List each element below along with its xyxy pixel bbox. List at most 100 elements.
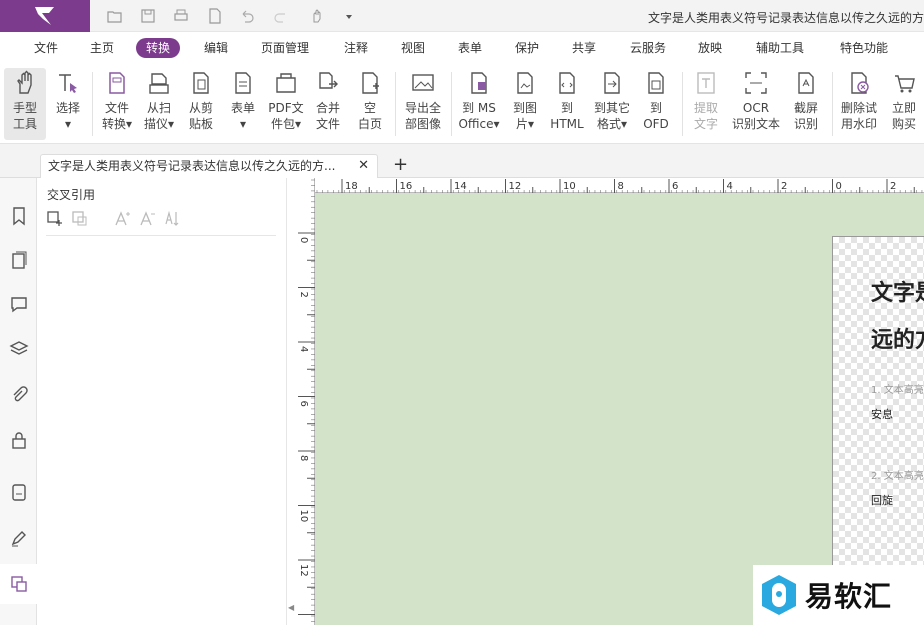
to-ofd-button[interactable]: 到 OFD <box>638 68 674 140</box>
screenshot-ocr-icon <box>798 72 814 94</box>
hand-dropdown-icon[interactable] <box>305 7 329 25</box>
export-all-images-button[interactable]: 导出全 部图像 <box>400 68 446 140</box>
bookmark-icon[interactable] <box>9 206 29 226</box>
ruler-label: 16 <box>400 181 413 192</box>
ocr-button[interactable]: OCR 识别文本 <box>728 68 784 140</box>
pages-icon[interactable] <box>9 250 29 270</box>
ocr-icon <box>745 72 767 94</box>
panel-scrollbar[interactable] <box>286 178 297 625</box>
sort-icon[interactable] <box>164 210 181 227</box>
undo-icon[interactable] <box>238 7 256 25</box>
doc-list-item-1: 1. 文本高亮 <box>871 385 924 396</box>
doc-item-2-text: 回旋 <box>871 494 893 507</box>
select-text-icon <box>59 74 77 93</box>
security-lock-icon[interactable] <box>9 430 29 450</box>
menu-file[interactable]: 文件 <box>24 38 68 58</box>
site-watermark: 易软汇 <box>753 565 924 625</box>
menu-features[interactable]: 特色功能 <box>830 38 898 58</box>
toolbar-spacer <box>96 210 106 227</box>
menu-cloud[interactable]: 云服务 <box>620 38 676 58</box>
to-image-icon <box>517 72 533 94</box>
to-other-formats-button[interactable]: 到其它 格式▾ <box>590 68 634 140</box>
new-doc-icon[interactable] <box>206 7 224 25</box>
signature-icon[interactable] <box>9 528 29 548</box>
redo-icon[interactable] <box>272 7 290 25</box>
font-decrease-icon[interactable] <box>139 210 156 227</box>
ribbon: 手型 工具 选择 ▾ 文件 转换▾ 从扫 描仪▾ 从剪 贴板 表单 ▾ PDF文 件包▾ 合并… <box>0 64 924 144</box>
merge-files-button[interactable]: 合并 文件 <box>310 68 346 140</box>
menu-protect[interactable]: 保护 <box>505 38 549 58</box>
menu-bar: 文件 主页 转换 编辑 页面管理 注释 视图 表单 保护 共享 云服务 放映 辅… <box>0 32 924 64</box>
page-content-icon[interactable] <box>9 482 29 502</box>
blank-page-icon <box>362 72 379 94</box>
pdf-package-icon <box>276 73 296 93</box>
comments-icon[interactable] <box>9 294 29 314</box>
menu-share[interactable]: 共享 <box>562 38 606 58</box>
ruler-label: 0 <box>298 237 309 243</box>
remove-trial-watermark-button[interactable]: 删除试 用水印 <box>838 68 880 140</box>
ruler-label: 10 <box>298 510 309 523</box>
ruler-label: 2 <box>890 181 896 192</box>
document-tab-title: 文字是人类用表义符号记录表达信息以传之久远的方... <box>48 159 336 173</box>
watermark-logo-icon <box>762 575 796 615</box>
new-tab-icon[interactable]: + <box>393 154 408 175</box>
ruler-label: 2 <box>298 292 309 298</box>
to-html-button[interactable]: 到 HTML <box>547 68 587 140</box>
save-icon[interactable] <box>139 7 157 25</box>
menu-comment[interactable]: 注释 <box>334 38 378 58</box>
panel-toolbar <box>46 210 181 227</box>
extract-text-icon <box>697 72 715 94</box>
blank-page-button[interactable]: 空白页 <box>352 68 388 140</box>
open-icon[interactable] <box>106 7 124 25</box>
menu-edit[interactable]: 编辑 <box>194 38 238 58</box>
cross-reference-icon[interactable] <box>0 564 37 604</box>
ruler-label: 6 <box>298 401 309 407</box>
watermark-text: 易软汇 <box>805 580 893 613</box>
to-image-button[interactable]: 到图 片▾ <box>506 68 544 140</box>
menu-page-manage[interactable]: 页面管理 <box>251 38 319 58</box>
ruler-label: 12 <box>298 564 309 577</box>
edit-reference-icon[interactable] <box>71 210 88 227</box>
ribbon-separator <box>451 72 452 136</box>
buy-now-button[interactable]: 立即 购买 <box>886 68 922 140</box>
attachment-icon[interactable] <box>9 385 29 405</box>
buy-icon <box>895 75 915 93</box>
customize-toolbar-icon[interactable] <box>340 7 358 25</box>
close-tab-icon[interactable]: ✕ <box>358 155 369 177</box>
extract-text-button[interactable]: 提取 文字 <box>688 68 724 140</box>
from-clipboard-button[interactable]: 从剪 贴板 <box>182 68 220 140</box>
clipboard-icon <box>193 72 209 94</box>
merge-icon <box>319 72 338 89</box>
ribbon-separator <box>832 72 833 136</box>
font-increase-icon[interactable] <box>114 210 131 227</box>
from-scanner-button[interactable]: 从扫 描仪▾ <box>140 68 178 140</box>
to-ms-office-button[interactable]: 到 MS Office▾ <box>455 68 503 140</box>
panel-divider <box>46 235 276 236</box>
collapse-panel-icon[interactable]: ◀ <box>288 603 294 612</box>
to-office-icon <box>471 72 487 94</box>
to-html-icon <box>559 72 575 94</box>
document-tab[interactable]: 文字是人类用表义符号记录表达信息以传之久远的方... ✕ <box>40 154 378 178</box>
ruler-label: 10 <box>563 181 576 192</box>
menu-convert[interactable]: 转换 <box>136 38 181 58</box>
ruler-label: 8 <box>618 181 624 192</box>
menu-accessibility[interactable]: 辅助工具 <box>746 38 814 58</box>
layers-icon[interactable] <box>9 339 29 359</box>
add-reference-icon[interactable] <box>46 210 63 227</box>
print-icon[interactable] <box>172 7 190 25</box>
select-button[interactable]: 选择 ▾ <box>50 68 86 140</box>
ribbon-separator <box>682 72 683 136</box>
form-icon <box>235 72 251 94</box>
pdf-package-button[interactable]: PDF文 件包▾ <box>264 68 308 140</box>
form-button[interactable]: 表单 ▾ <box>224 68 262 140</box>
file-convert-button[interactable]: 文件 转换▾ <box>96 68 138 140</box>
screenshot-ocr-button[interactable]: 截屏 识别 <box>788 68 824 140</box>
menu-form[interactable]: 表单 <box>448 38 492 58</box>
menu-view[interactable]: 视图 <box>391 38 435 58</box>
hand-tool-button[interactable]: 手型 工具 <box>4 68 46 140</box>
doc-list-item-2: 2. 文本高亮 <box>871 471 924 482</box>
app-logo[interactable] <box>0 0 90 32</box>
menu-home[interactable]: 主页 <box>80 38 124 58</box>
left-sidebar <box>0 178 37 625</box>
menu-present[interactable]: 放映 <box>688 38 732 58</box>
